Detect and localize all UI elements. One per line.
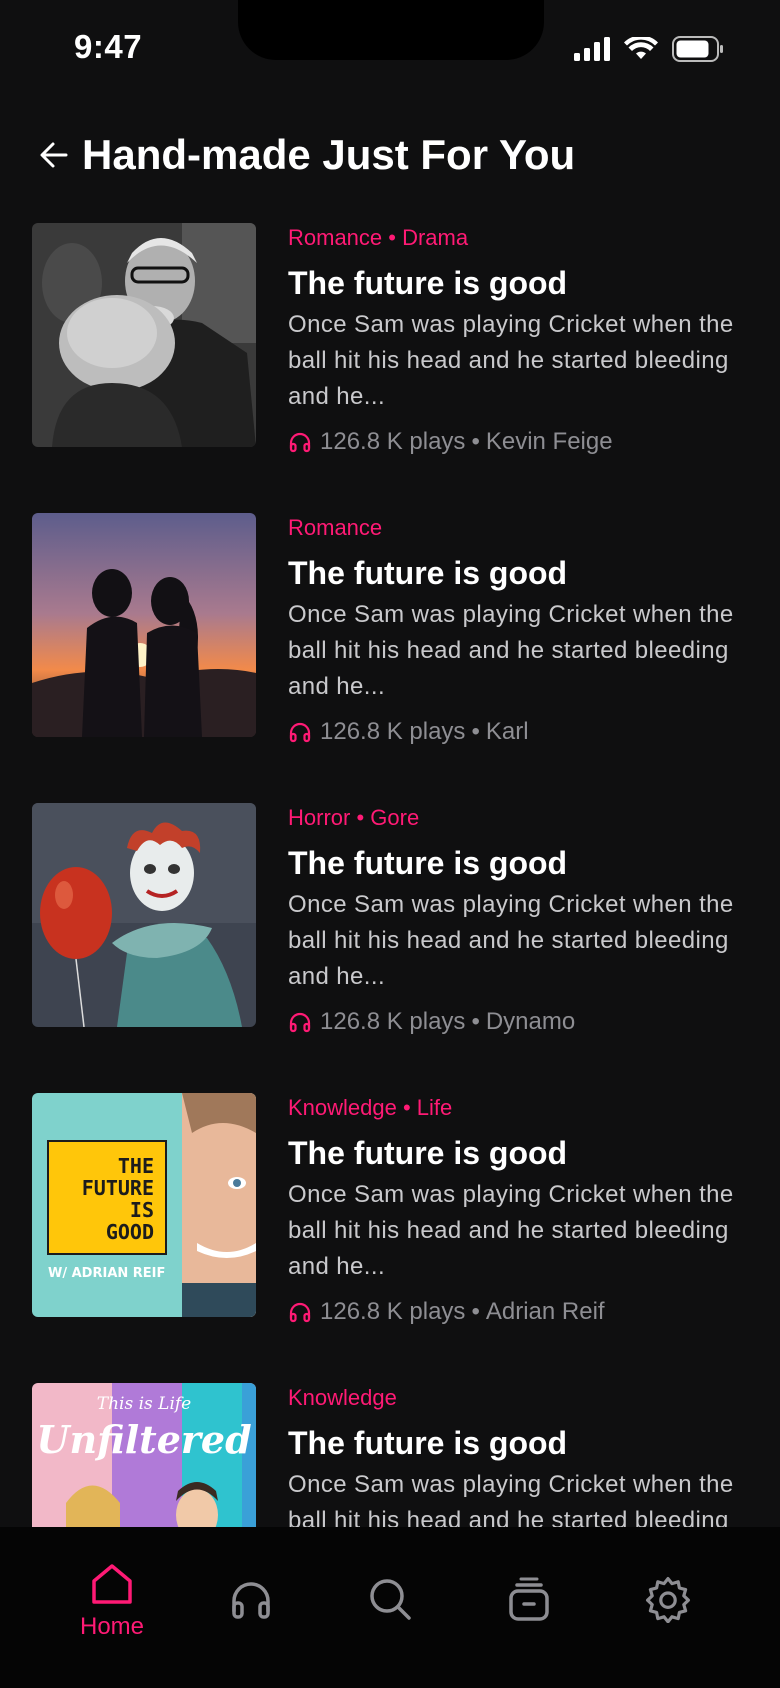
story-card[interactable]: Romance The future is good Once Sam was … [32,513,752,745]
wifi-icon [624,37,658,59]
cover-byline: W/ ADRIAN REIF [48,1266,165,1281]
status-icons [574,36,724,62]
story-thumbnail: THE FUTURE IS GOOD W/ ADRIAN REIF [32,1093,256,1317]
back-button[interactable] [34,135,74,175]
story-genres: Romance [288,515,383,540]
cover-text: This is Life [97,1394,192,1414]
meta-separator: • [471,428,480,455]
device-notch [238,0,544,60]
page-title: Hand-made Just For You [82,131,576,178]
story-genres: Romance • Drama [288,225,469,250]
story-genres: Knowledge • Life [288,1095,453,1120]
story-description: Once Sam was playing Cricket when the ba… [288,891,734,990]
meta-separator: • [471,718,480,745]
story-description: Once Sam was playing Cricket when the ba… [288,311,734,410]
story-description: Once Sam was playing Cricket when the ba… [288,1471,734,1527]
cellular-signal-icon [574,37,610,61]
story-meta: 126.8 K plays • Kevin Feige [288,425,758,459]
status-time: 9:47 [74,28,143,65]
page-header: Hand-made Just For You [34,125,575,185]
story-list: Romance • Drama The future is good Once … [0,222,780,1527]
story-author: Adrian Reif [485,1298,605,1325]
meta-separator: • [471,1298,480,1325]
battery-icon [672,36,723,62]
story-meta: 126.8 K plays • Adrian Reif [288,1295,758,1329]
tab-settings[interactable] [618,1575,718,1623]
story-title: The future is good [288,1425,568,1461]
story-description: Once Sam was playing Cricket when the ba… [288,1181,734,1280]
story-genres: Knowledge [288,1385,397,1410]
story-title: The future is good [288,555,568,591]
story-card[interactable]: Horror • Gore The future is good Once Sa… [32,803,752,1035]
story-meta: 126.8 K plays • Karl [288,715,758,749]
tab-home[interactable]: Home [62,1563,162,1641]
status-bar: 9:47 [0,0,780,100]
home-icon [92,1564,132,1604]
story-title: The future is good [288,265,568,301]
play-count: 126.8 K plays [320,718,466,745]
headphones-icon [289,1302,311,1323]
gear-icon [646,1577,690,1623]
bottom-tab-bar: Home [0,1527,780,1688]
cover-text: GOOD [106,1220,154,1244]
story-description: Once Sam was playing Cricket when the ba… [288,601,734,700]
story-title: The future is good [288,1135,568,1171]
headphones-icon [289,432,311,453]
story-thumbnail [32,513,256,737]
search-icon [370,1579,411,1620]
play-count: 126.8 K plays [320,428,466,455]
story-card[interactable]: THE FUTURE IS GOOD W/ ADRIAN REIF Knowle… [32,1093,752,1325]
story-author: Dynamo [485,1008,576,1035]
headphones-icon [232,1582,270,1619]
headphones-icon [289,722,311,743]
story-meta: 126.8 K plays • Dynamo [288,1005,758,1039]
story-card[interactable]: Romance • Drama The future is good Once … [32,223,752,455]
story-thumbnail [32,223,256,447]
cover-text: FUTURE [82,1176,154,1200]
cover-text: IS [130,1198,154,1222]
story-thumbnail: This is Life Unfiltered [32,1383,256,1527]
story-thumbnail [32,803,256,1027]
headphones-icon [289,1012,311,1033]
cover-text: THE [118,1154,154,1178]
arrow-left-icon [40,142,68,168]
tab-listen[interactable] [201,1577,301,1621]
tab-library[interactable] [479,1577,579,1621]
tab-search[interactable] [340,1577,440,1621]
story-author: Karl [485,718,529,745]
story-card[interactable]: This is Life Unfiltered Knowledge The fu… [32,1383,752,1527]
story-title: The future is good [288,845,568,881]
story-genres: Horror • Gore [288,805,420,830]
library-icon [509,1577,549,1621]
play-count: 126.8 K plays [320,1298,466,1325]
play-count: 126.8 K plays [320,1008,466,1035]
meta-separator: • [471,1008,480,1035]
tab-label: Home [79,1613,145,1640]
story-author: Kevin Feige [485,428,613,455]
cover-title: Unfiltered [36,1417,251,1462]
